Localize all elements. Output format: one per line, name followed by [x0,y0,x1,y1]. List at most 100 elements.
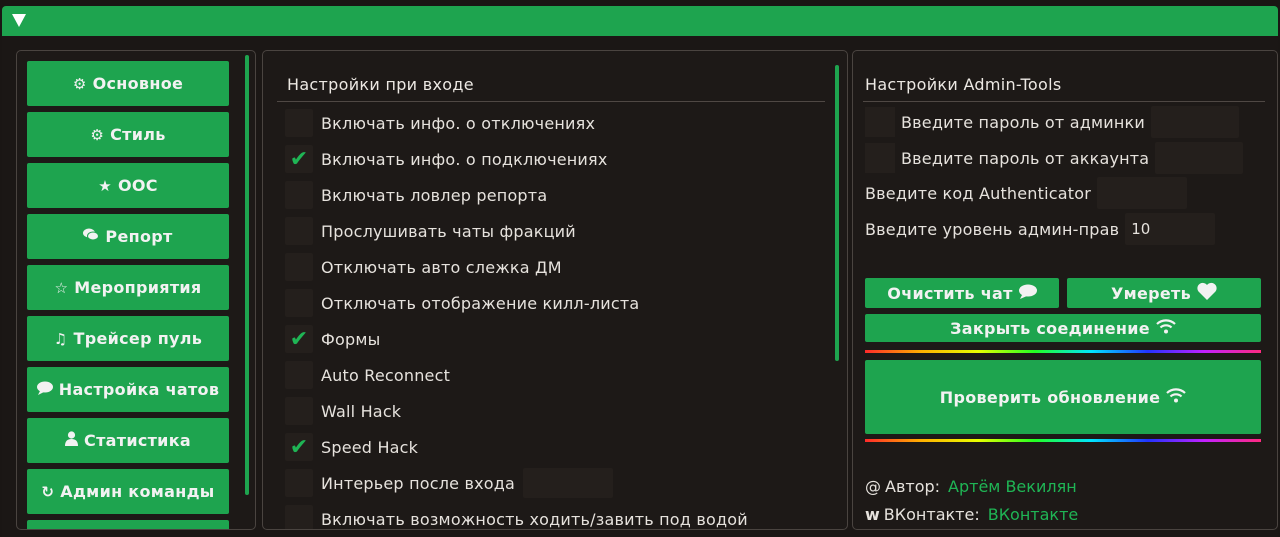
checkbox[interactable] [285,109,313,137]
sidebar-item-events[interactable]: ☆ Мероприятия [27,265,229,310]
section-title: Настройки при входе [287,75,474,94]
checkbox[interactable] [285,181,313,209]
option-forms[interactable]: ✔ Формы [285,324,380,354]
star-outline-icon: ☆ [54,278,69,297]
clear-chat-label: Очистить чат [887,283,1013,303]
option-label: Включать ловлер репорта [321,185,548,205]
sidebar-panel: ⚙ Основное ⚙ Стиль ★ OOC Репорт ☆ Мероприяти… [16,50,256,530]
checkmark-icon[interactable]: ✔ [285,325,313,353]
option-connect-info[interactable]: ✔ Включать инфо. о подключениях [285,144,608,174]
sidebar-item-bullet-tracer[interactable]: ♫ Трейсер пуль [27,316,229,361]
options-scrollbar[interactable] [835,65,839,361]
option-label: Включать инфо. о подключениях [321,149,608,169]
option-faction-chats[interactable]: Прослушивать чаты фракций [285,216,576,246]
wifi-icon [1166,387,1186,407]
interior-input[interactable] [523,468,614,498]
authenticator-input[interactable] [1097,177,1188,209]
admin-password-row: Введите пароль от админки [865,106,1239,138]
vk-icon: ᴡ [865,505,880,524]
refresh-icon: ↻ [41,482,55,501]
sidebar-item-label: Репорт [105,227,173,246]
sidebar-item-label: Админ команды [60,482,215,501]
sidebar-item-label: Стиль [110,125,166,144]
vk-row: ᴡ ВКонтакте: ВКонтакте [865,505,1078,524]
option-label: Формы [321,329,381,349]
vk-label: ВКонтакте: [883,505,980,524]
account-password-label: Введите пароль от аккаунта [901,148,1150,168]
vk-link[interactable]: ВКонтакте [988,505,1079,524]
sidebar-item-label: OOC [117,176,158,195]
option-speed-hack[interactable]: ✔ Speed Hack [285,432,418,462]
divider [277,101,825,102]
sidebar-item-ooc[interactable]: ★ OOC [27,163,229,208]
triangle-down-icon[interactable] [12,14,26,27]
heart-icon [1197,282,1217,304]
checkbox[interactable] [285,217,313,245]
option-wall-hack[interactable]: Wall Hack [285,396,401,426]
authenticator-row: Введите код Authenticator [865,177,1188,209]
authenticator-label: Введите код Authenticator [865,183,1092,203]
checkbox[interactable] [285,469,313,497]
section-title: Настройки Admin-Tools [865,75,1062,94]
die-button[interactable]: Умереть [1067,278,1261,308]
option-disconnect-info[interactable]: Включать инфо. о отключениях [285,108,595,138]
option-report-catcher[interactable]: Включать ловлер репорта [285,180,547,210]
admin-level-label: Введите уровень админ-прав [865,219,1120,239]
check-update-button[interactable]: Проверить обновление [865,360,1261,434]
sidebar-item-statistics[interactable]: Статистика [27,418,229,463]
option-label: Отключать авто слежка ДМ [321,257,562,277]
sidebar-item-label: Настройка чатов [58,380,220,399]
close-connection-button[interactable]: Закрыть соединение [865,314,1261,342]
sidebar-item-partial[interactable] [27,520,229,529]
option-underwater[interactable]: Включать возможность ходить/завить под в… [285,504,748,529]
option-killlist[interactable]: Отключать отображение килл-листа [285,288,639,318]
at-icon: @ [865,477,881,496]
die-label: Умереть [1110,283,1192,303]
admin-password-input[interactable] [1150,106,1239,138]
checkbox[interactable] [285,289,313,317]
titlebar[interactable] [2,6,1278,36]
option-interior-after-login[interactable]: Интерьер после входа [285,468,614,498]
author-row: @ Автор: Артём Векилян [865,477,1077,496]
sidebar-scrollbar[interactable] [245,55,249,495]
author-label: Автор: [885,477,941,496]
option-label: Включать инфо. о отключениях [321,113,596,133]
rainbow-divider [865,350,1261,353]
checkbox[interactable] [285,253,313,281]
checkmark-icon[interactable]: ✔ [285,433,313,461]
divider [863,101,1265,102]
login-settings-panel: Настройки при входе Включать инфо. о отк… [262,50,848,530]
chat-icon [83,228,100,246]
option-label: Прослушивать чаты фракций [321,221,576,241]
checkbox[interactable] [285,505,313,529]
option-label: Интерьер после входа [321,473,516,493]
checkbox[interactable] [285,397,313,425]
option-label: Включать возможность ходить/завить под в… [321,509,748,529]
clear-chat-button[interactable]: Очистить чат [865,278,1059,308]
sidebar-item-style[interactable]: ⚙ Стиль [27,112,229,157]
sidebar-item-label: Мероприятия [74,278,202,297]
checkmark-icon[interactable]: ✔ [285,145,313,173]
chat-bubble-icon [36,381,53,399]
admin-password-label: Введите пароль от админки [901,112,1145,132]
account-password-swatch [865,143,895,173]
option-label: Wall Hack [321,401,402,421]
check-update-label: Проверить обновление [939,387,1161,407]
checkbox[interactable] [285,361,313,389]
wifi-icon [1156,318,1176,338]
sidebar-item-label: Основное [92,74,184,93]
sidebar-item-chat-settings[interactable]: Настройка чатов [27,367,229,412]
sidebar-item-main[interactable]: ⚙ Основное [27,61,229,106]
sidebar-item-admin-commands[interactable]: ↻ Админ команды [27,469,229,514]
admin-level-row: Введите уровень админ-прав 10 [865,213,1216,245]
sidebar-item-report[interactable]: Репорт [27,214,229,259]
author-link[interactable]: Артём Векилян [948,477,1077,496]
admin-level-input[interactable]: 10 [1125,213,1216,245]
account-password-input[interactable] [1155,142,1244,174]
sidebar-item-label: Статистика [84,431,191,450]
rainbow-divider [865,439,1261,442]
option-auto-dm-tracking[interactable]: Отключать авто слежка ДМ [285,252,562,282]
option-auto-reconnect[interactable]: Auto Reconnect [285,360,450,390]
close-connection-label: Закрыть соединение [950,318,1150,338]
gears-icon: ⚙ [90,125,105,144]
